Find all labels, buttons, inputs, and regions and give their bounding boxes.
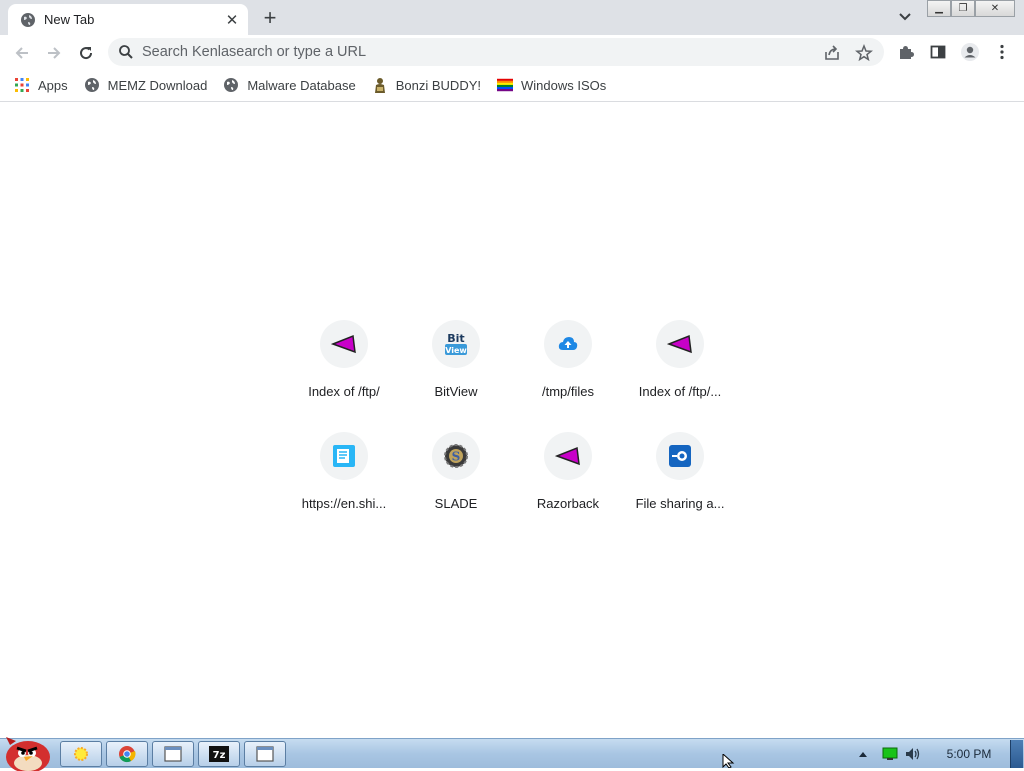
bookmark-apps[interactable]: Apps: [14, 77, 68, 93]
shortcut-tile[interactable]: /tmp/files: [512, 312, 624, 424]
cloud-upload-icon: [544, 320, 592, 368]
chrome-icon: [119, 746, 136, 763]
shortcut-tile[interactable]: S SLADE: [400, 424, 512, 536]
close-window-button[interactable]: ✕: [975, 0, 1015, 17]
start-button-angry-bird-icon[interactable]: [2, 731, 54, 771]
bookmark-windows-isos[interactable]: Windows ISOs: [496, 77, 607, 93]
bitview-icon: Bit View: [432, 320, 480, 368]
address-bar[interactable]: Search Kenlasearch or type a URL: [108, 38, 884, 66]
menu-kebab-icon[interactable]: [992, 42, 1012, 62]
bookmark-label: Windows ISOs: [520, 77, 607, 93]
explorer-folder-icon: [74, 747, 88, 761]
show-desktop-button[interactable]: [1010, 740, 1023, 768]
show-hidden-icons-arrow-icon[interactable]: [858, 750, 868, 758]
magenta-wedge-icon: [320, 320, 368, 368]
svg-text:View: View: [445, 346, 467, 355]
system-tray: [858, 739, 922, 769]
shortcut-label: File sharing a...: [635, 496, 725, 511]
tab-strip: New Tab ✕ + ▁ ❐ ✕: [0, 0, 1024, 35]
magenta-wedge-icon: [656, 320, 704, 368]
shortcut-label: SLADE: [434, 496, 478, 511]
bookmark-label: Bonzi BUDDY!: [395, 77, 481, 93]
volume-icon[interactable]: [904, 746, 922, 762]
shortcut-label: BitView: [434, 384, 478, 399]
shortcut-label: Index of /ftp/: [308, 384, 380, 399]
slade-gear-icon: S: [432, 432, 480, 480]
document-icon: [320, 432, 368, 480]
window-icon: [256, 746, 274, 762]
window-icon: [164, 746, 182, 762]
bookmark-bonzi-buddy[interactable]: Bonzi BUDDY!: [372, 77, 481, 93]
taskbar-window-button[interactable]: [244, 741, 286, 767]
toolbar: Search Kenlasearch or type a URL: [0, 35, 1024, 69]
shortcut-tile[interactable]: Bit View BitView: [400, 312, 512, 424]
taskbar-window-button[interactable]: [152, 741, 194, 767]
bookmark-label: Apps: [38, 77, 68, 93]
bookmark-malware-database[interactable]: Malware Database: [223, 77, 356, 93]
bookmark-label: Malware Database: [247, 77, 356, 93]
forward-arrow-icon: [48, 47, 61, 59]
magenta-wedge-icon: [544, 432, 592, 480]
shortcut-tile[interactable]: File sharing a...: [624, 424, 736, 536]
bookmarks-bar: Apps MEMZ Download Malware Database Bonz…: [0, 69, 1024, 102]
profile-avatar-icon[interactable]: [960, 42, 980, 62]
taskbar-7zip-button[interactable]: 7z: [198, 741, 240, 767]
shortcut-tile[interactable]: Razorback: [512, 424, 624, 536]
mouse-cursor-icon: [722, 754, 735, 768]
search-icon: [119, 45, 133, 59]
shortcut-tile[interactable]: https://en.shi...: [288, 424, 400, 536]
share-icon[interactable]: [822, 43, 842, 63]
rainbow-flag-icon: [496, 77, 513, 93]
bookmark-star-icon[interactable]: [854, 43, 874, 63]
extensions-puzzle-icon[interactable]: [896, 42, 916, 62]
shortcut-tile[interactable]: Index of /ftp/: [288, 312, 400, 424]
svg-text:S: S: [452, 450, 461, 464]
minimize-button[interactable]: ▁: [927, 0, 951, 17]
globe-icon: [223, 77, 239, 93]
taskbar-chrome-button[interactable]: [106, 741, 148, 767]
globe-icon: [21, 12, 35, 27]
globe-icon: [84, 77, 100, 93]
shortcut-label: https://en.shi...: [301, 496, 387, 511]
7zip-icon: 7z: [209, 746, 229, 762]
maximize-button[interactable]: ❐: [951, 0, 975, 17]
back-arrow-icon: [15, 47, 28, 59]
shortcut-label: Razorback: [536, 496, 600, 511]
address-bar-placeholder: Search Kenlasearch or type a URL: [142, 44, 367, 60]
taskbar: 7z 5:00 PM: [0, 737, 1024, 771]
side-panel-icon[interactable]: [928, 42, 948, 62]
shortcut-label: /tmp/files: [541, 384, 594, 399]
network-icon[interactable]: [882, 747, 898, 761]
file-sharing-icon: [656, 432, 704, 480]
bookmark-memz-download[interactable]: MEMZ Download: [84, 77, 208, 93]
svg-text:7z: 7z: [213, 750, 226, 761]
bookmark-label: MEMZ Download: [107, 77, 208, 93]
new-tab-button[interactable]: +: [258, 7, 282, 29]
tab-close-icon[interactable]: ✕: [224, 12, 240, 29]
forward-button[interactable]: [42, 41, 66, 65]
tab-search-chevron-icon[interactable]: [896, 8, 914, 26]
tab-new-tab[interactable]: New Tab ✕: [8, 4, 248, 35]
svg-text:Bit: Bit: [447, 332, 464, 345]
window-controls: ▁ ❐ ✕: [927, 0, 1015, 17]
bonzi-icon: [372, 77, 388, 93]
shortcut-label: Index of /ftp/...: [638, 384, 722, 399]
back-button[interactable]: [10, 41, 34, 65]
tab-title: New Tab: [44, 12, 95, 27]
shortcut-tile[interactable]: Index of /ftp/...: [624, 312, 736, 424]
taskbar-clock[interactable]: 5:00 PM: [936, 739, 1002, 769]
shortcuts-grid: Index of /ftp/ Bit View BitView /tmp/fil…: [288, 312, 736, 536]
reload-icon: [80, 47, 93, 60]
apps-grid-icon: [14, 77, 30, 93]
taskbar-explorer-button[interactable]: [60, 741, 102, 767]
reload-button[interactable]: [74, 41, 98, 65]
